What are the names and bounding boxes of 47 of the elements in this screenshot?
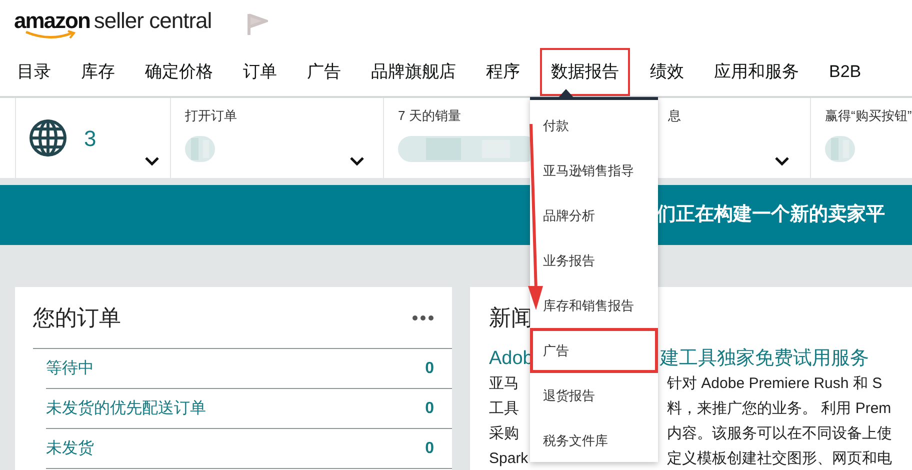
menu-item[interactable]: 广告 — [530, 328, 658, 373]
order-status-link[interactable]: 未发货的优先配送订单 — [46, 396, 206, 420]
news-text: 工具 — [489, 400, 519, 417]
menu-item[interactable]: 库存和销售报告 — [530, 283, 658, 328]
nav-tab[interactable]: 应用和服务 — [704, 48, 809, 96]
metric-value: 3 — [84, 124, 96, 152]
order-count[interactable]: 0 — [425, 356, 434, 380]
chevron-down-icon[interactable] — [349, 156, 365, 166]
nav-tab[interactable]: 广告 — [297, 48, 351, 96]
news-headline[interactable]: 建工具独家免费试用服务 — [660, 347, 869, 371]
news-text: 料，来推广您的业务。 利用 Prem — [667, 399, 892, 419]
order-status-link[interactable]: 等待中 — [46, 356, 94, 380]
metric-label: 7 天的销量 — [398, 107, 462, 125]
news-text: 定义模板创建社交图形、网页和电 — [667, 449, 892, 469]
metric-label: 打开订单 — [185, 107, 238, 125]
menu-item[interactable]: 亚马逊销售指导 — [530, 148, 658, 193]
nav-tab[interactable]: 绩效 — [640, 48, 694, 96]
nav-tab[interactable]: 程序 — [476, 48, 530, 96]
nav-tab[interactable]: 库存 — [71, 48, 125, 96]
news-text: Spark — [489, 450, 528, 467]
nav-tab[interactable]: B2B — [819, 48, 872, 96]
order-count[interactable]: 0 — [425, 436, 434, 460]
menu-item[interactable]: 付款 — [530, 103, 658, 148]
order-status-link[interactable]: 未发货 — [46, 436, 94, 460]
chevron-down-icon[interactable] — [774, 156, 790, 166]
order-count[interactable]: 0 — [425, 396, 434, 420]
menu-item[interactable]: 退货报告 — [530, 373, 658, 418]
news-text: 采购 — [489, 425, 519, 442]
logo[interactable]: amazon seller central — [14, 4, 212, 44]
nav-tab[interactable]: 目录 — [7, 48, 61, 96]
nav-tab[interactable]: 确定价格 — [135, 48, 223, 96]
chevron-down-icon[interactable] — [144, 156, 160, 166]
menu-item[interactable]: 业务报告 — [530, 238, 658, 283]
nav-tab[interactable]: 数据报告 — [540, 48, 630, 96]
globe-icon — [28, 118, 68, 158]
nav-tab[interactable]: 订单 — [233, 48, 287, 96]
banner-text: 们正在构建一个新的卖家平 — [657, 202, 885, 227]
nav-tab[interactable]: 品牌旗舰店 — [361, 48, 466, 96]
metric-label: 赢得“购买按钮” — [825, 107, 912, 125]
news-text: 亚马 — [489, 375, 519, 392]
more-icon[interactable] — [412, 314, 434, 320]
metric-label: 息 — [668, 107, 681, 125]
menu-item[interactable]: 品牌分析 — [530, 193, 658, 238]
news-text: 针对 Adobe Premiere Rush 和 S — [667, 374, 882, 394]
card-title: 您的订单 — [33, 304, 121, 332]
menu-item[interactable]: 税务文件库 — [530, 418, 658, 463]
news-text: 内容。该服务可以在不同设备上使 — [667, 424, 892, 444]
